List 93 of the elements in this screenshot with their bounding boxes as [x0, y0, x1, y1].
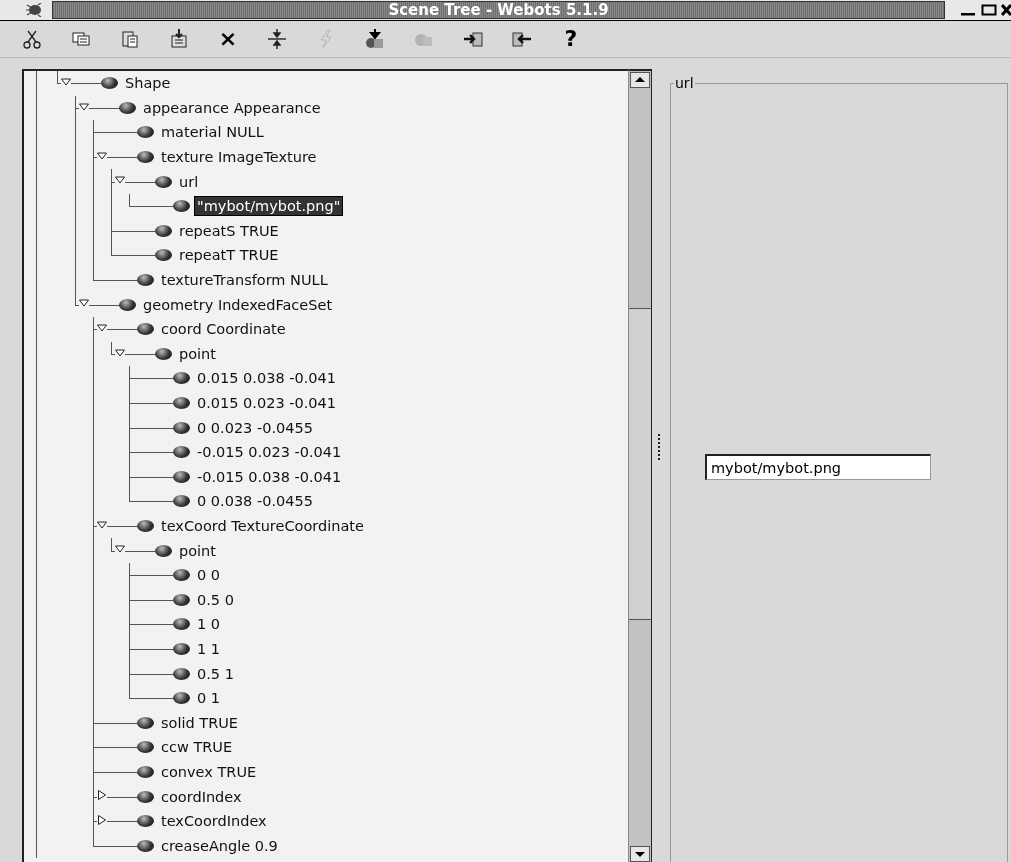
- sphere-icon: [173, 372, 190, 385]
- sphere-icon: [137, 741, 154, 754]
- sphere-icon: [173, 642, 190, 655]
- sphere-icon: [137, 716, 154, 729]
- sphere-icon: [137, 126, 154, 139]
- maximize-icon[interactable]: [981, 3, 997, 17]
- tree-item[interactable]: 0.5 1: [195, 664, 236, 683]
- tree-item[interactable]: repeatT TRUE: [177, 246, 281, 265]
- close-icon[interactable]: [1001, 3, 1011, 17]
- grip-icon[interactable]: [657, 433, 661, 463]
- tree-item[interactable]: -0.015 0.038 -0.041: [195, 467, 344, 486]
- sphere-icon: [155, 224, 172, 237]
- tree-item[interactable]: texCoordIndex: [159, 812, 269, 831]
- expand-toggle[interactable]: [79, 298, 89, 309]
- paste-icon[interactable]: [119, 28, 141, 50]
- sphere-icon: [173, 397, 190, 409]
- sphere-icon: [173, 495, 190, 508]
- sphere-icon: [137, 839, 154, 852]
- tree-item[interactable]: texCoord TextureCoordinate: [159, 517, 366, 535]
- sphere-icon: [137, 815, 154, 828]
- scroll-up-icon[interactable]: [630, 72, 650, 88]
- tree-item[interactable]: convex TRUE: [159, 762, 259, 781]
- sphere-icon: [173, 692, 190, 705]
- paste-down-icon[interactable]: [168, 28, 190, 50]
- tree-item[interactable]: 1 0: [195, 615, 223, 634]
- tree-item[interactable]: -0.015 0.023 -0.041: [195, 443, 344, 462]
- scroll-thumb[interactable]: [629, 308, 651, 620]
- expand-toggle[interactable]: [61, 77, 71, 87]
- sphere-icon: [173, 446, 190, 459]
- tree-item[interactable]: Shape: [123, 74, 173, 93]
- sphere-icon: [173, 421, 190, 434]
- tree-item[interactable]: texture ImageTexture: [159, 148, 319, 167]
- sphere-icon: [173, 200, 190, 213]
- tree-item[interactable]: "mybot/mybot.png": [195, 197, 343, 216]
- sphere-icon: [155, 347, 172, 360]
- sphere-icon: [101, 77, 118, 90]
- sphere-icon: [155, 175, 172, 188]
- tree-item[interactable]: ccw TRUE: [159, 738, 235, 757]
- sphere-icon: [137, 323, 154, 336]
- tree-item[interactable]: creaseAngle 0.9: [159, 836, 280, 855]
- tree-item[interactable]: geometry IndexedFaceSet: [141, 295, 335, 314]
- tree-item[interactable]: 0 0.023 -0.0455: [195, 418, 315, 437]
- tree-item[interactable]: 0.015 0.023 -0.041: [195, 394, 338, 412]
- sphere-icon: [119, 298, 136, 311]
- sphere-icon: [173, 593, 190, 606]
- tree-item[interactable]: 0 0.038 -0.0455: [195, 492, 315, 511]
- expand-toggle[interactable]: [97, 150, 107, 161]
- tree-item[interactable]: 0.5 0: [195, 590, 236, 609]
- tree-item[interactable]: coord Coordinate: [159, 320, 288, 339]
- tree-item[interactable]: appearance Appearance: [141, 98, 323, 117]
- expand-toggle[interactable]: [97, 519, 107, 530]
- input-field[interactable]: mybot/mybot.png: [705, 454, 931, 480]
- sphere-icon: [137, 151, 154, 164]
- sphere-icon: [137, 790, 154, 803]
- sphere-icon: [173, 569, 190, 582]
- tree-item[interactable]: 0 1: [195, 689, 223, 708]
- sphere-icon: [137, 520, 154, 532]
- tree-item[interactable]: 0.015 0.038 -0.041: [195, 369, 338, 388]
- collapse-icon[interactable]: [266, 28, 288, 50]
- sphere-icon: [137, 274, 154, 287]
- import-icon[interactable]: [364, 28, 386, 50]
- sphere-icon: [173, 470, 190, 483]
- tree-item[interactable]: 1 1: [195, 639, 223, 658]
- tree-item[interactable]: 0 0: [195, 566, 223, 585]
- sphere-icon: [137, 765, 154, 778]
- sphere-icon: [155, 249, 172, 262]
- expand-toggle[interactable]: [97, 322, 107, 333]
- expand-toggle[interactable]: [115, 544, 125, 555]
- tree-item[interactable]: textureTransform NULL: [159, 271, 330, 290]
- tree-item[interactable]: point: [177, 541, 218, 560]
- expand-toggle[interactable]: [97, 790, 107, 801]
- tree-item[interactable]: coordIndex: [159, 787, 244, 806]
- expand-toggle[interactable]: [97, 814, 107, 825]
- delete-button[interactable]: ×: [217, 28, 239, 50]
- group-title: url: [674, 75, 695, 91]
- tree-item[interactable]: material NULL: [159, 123, 266, 142]
- tree-item[interactable]: url: [177, 172, 201, 191]
- scissors-icon[interactable]: [21, 28, 43, 50]
- help-button[interactable]: ?: [560, 28, 582, 50]
- expand-toggle[interactable]: [79, 101, 89, 112]
- expand-toggle[interactable]: [115, 175, 125, 186]
- scrollbar[interactable]: [628, 69, 651, 862]
- expand-toggle[interactable]: [115, 347, 125, 358]
- sphere-icon: [119, 101, 136, 114]
- bug-icon[interactable]: [24, 3, 44, 17]
- tree-item[interactable]: point: [177, 344, 218, 363]
- window-title: Scene Tree - Webots 5.1.9: [52, 1, 945, 19]
- tree-item[interactable]: repeatS TRUE: [177, 221, 281, 240]
- scroll-down-icon[interactable]: [630, 846, 650, 862]
- sphere-icon: [155, 544, 172, 557]
- tree-item[interactable]: solid TRUE: [159, 713, 240, 732]
- sphere-icon: [173, 618, 190, 631]
- sphere-icon: [173, 667, 190, 680]
